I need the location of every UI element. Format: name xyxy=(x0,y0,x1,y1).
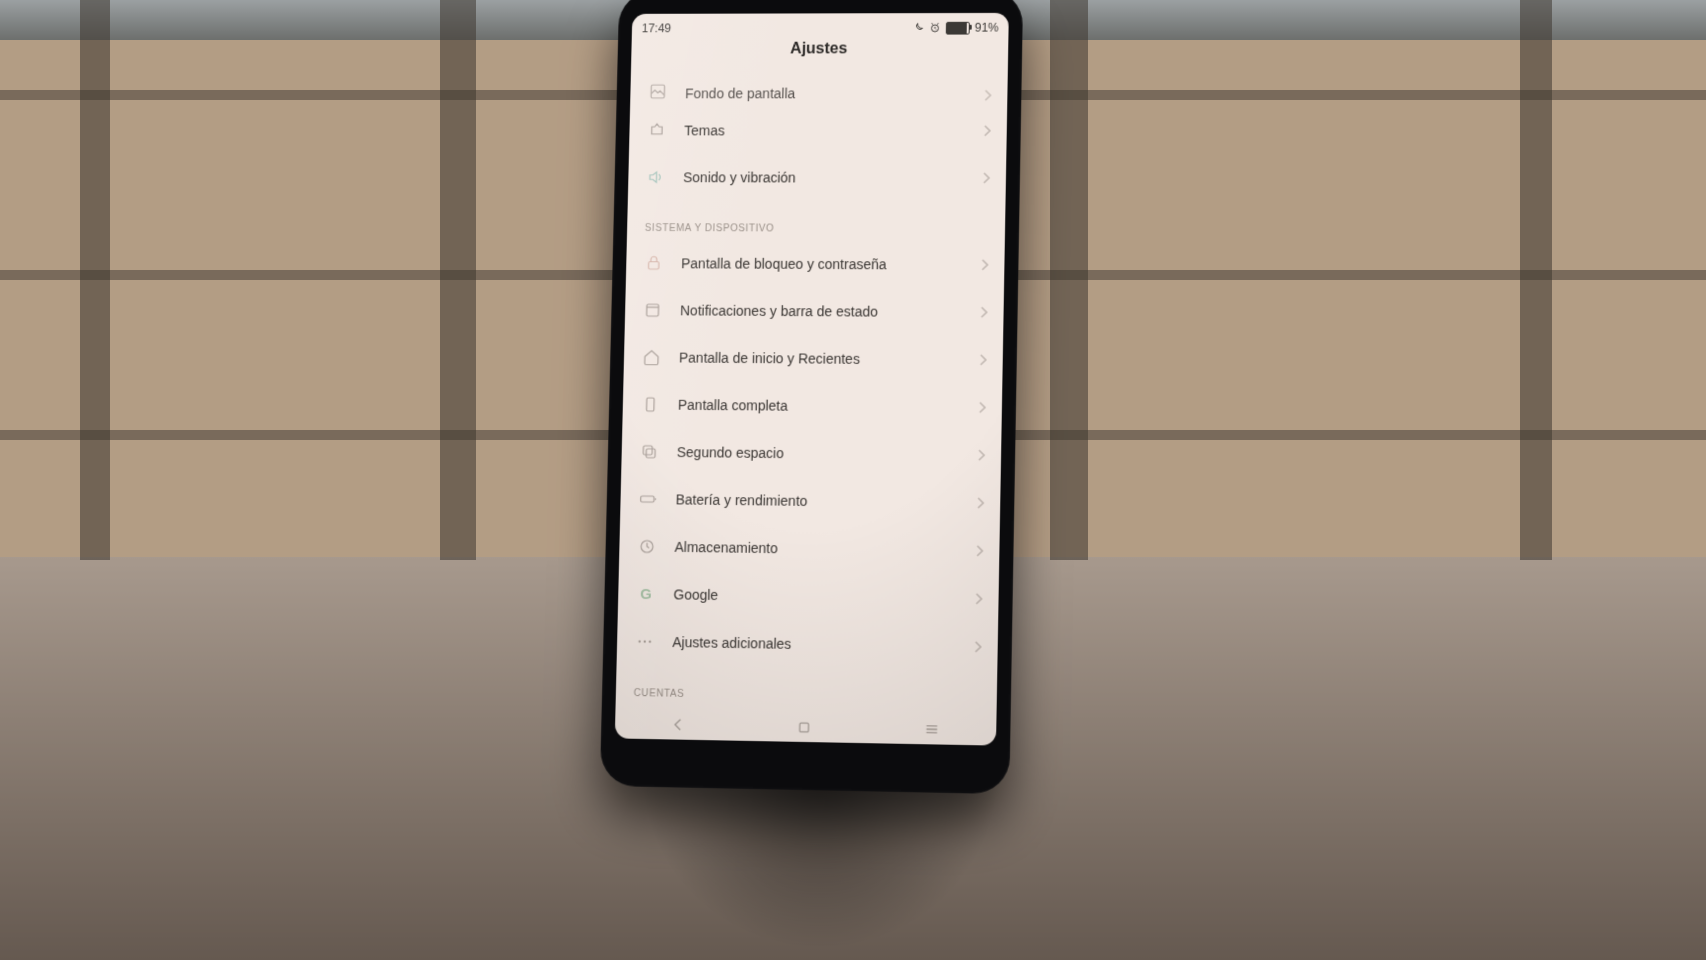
sound-icon xyxy=(646,167,666,187)
google-icon: G xyxy=(636,584,656,604)
nav-back-button[interactable] xyxy=(670,717,686,733)
settings-row-label: Fondo de pantalla xyxy=(685,86,966,102)
chevron-right-icon xyxy=(983,125,991,137)
battery-icon xyxy=(638,489,658,509)
notification-icon xyxy=(643,300,663,320)
chevron-right-icon xyxy=(974,593,982,605)
photo-background: 17:49 91% Ajustes xyxy=(0,0,1706,960)
more-icon xyxy=(635,631,655,651)
battery-icon xyxy=(946,21,970,34)
chevron-right-icon xyxy=(983,89,991,101)
settings-row-label: Almacenamiento xyxy=(674,539,957,559)
dnd-icon xyxy=(912,22,924,34)
settings-row-label: Batería y rendimiento xyxy=(676,492,959,511)
chevron-right-icon xyxy=(982,172,990,184)
chevron-right-icon xyxy=(977,449,985,461)
settings-row-second-space[interactable]: Segundo espacio xyxy=(621,428,1001,479)
page-title: Ajustes xyxy=(631,40,1008,74)
settings-row-label: Sonido y vibración xyxy=(683,169,964,185)
nav-home-button[interactable] xyxy=(797,719,812,734)
settings-row-label: Google xyxy=(673,586,956,606)
settings-list[interactable]: Fondo de pantalla Temas xyxy=(615,72,1007,716)
settings-row-fullscreen[interactable]: Pantalla completa xyxy=(622,381,1002,432)
settings-row-label: Segundo espacio xyxy=(677,444,959,463)
dual-apps-icon xyxy=(639,442,659,462)
status-time: 17:49 xyxy=(642,22,672,36)
settings-row-wallpaper[interactable]: Fondo de pantalla xyxy=(630,72,1008,107)
settings-row-label: Pantalla completa xyxy=(678,397,960,415)
chevron-right-icon xyxy=(976,497,984,509)
settings-row-homescreen[interactable]: Pantalla de inicio y Recientes xyxy=(623,334,1003,384)
chevron-right-icon xyxy=(980,259,988,271)
settings-row-battery[interactable]: Batería y rendimiento xyxy=(620,475,1001,527)
themes-icon xyxy=(647,121,667,140)
chevron-right-icon xyxy=(979,354,987,366)
battery-percent: 91% xyxy=(975,21,999,35)
page-title-text: Ajustes xyxy=(790,41,847,59)
settings-row-themes[interactable]: Temas xyxy=(629,107,1007,154)
phone-screen: 17:49 91% Ajustes xyxy=(615,13,1009,746)
settings-row-additional[interactable]: Ajustes adicionales xyxy=(617,617,999,671)
settings-row-label: Notificaciones y barra de estado xyxy=(680,303,962,321)
lock-icon xyxy=(644,253,664,273)
section-header-label: SISTEMA Y DISPOSITIVO xyxy=(645,223,775,234)
settings-row-label: Pantalla de inicio y Recientes xyxy=(679,350,961,368)
chevron-right-icon xyxy=(973,641,981,653)
settings-row-label: Pantalla de bloqueo y contraseña xyxy=(681,256,963,273)
fullscreen-icon xyxy=(640,395,660,415)
nav-recents-button[interactable] xyxy=(924,721,940,737)
settings-row-storage[interactable]: Almacenamiento xyxy=(619,522,1000,575)
chevron-right-icon xyxy=(979,306,987,318)
phone-frame: 17:49 91% Ajustes xyxy=(600,0,1023,794)
settings-row-notifications[interactable]: Notificaciones y barra de estado xyxy=(625,287,1004,337)
wallpaper-icon xyxy=(648,82,668,101)
home-icon xyxy=(641,347,661,367)
storage-icon xyxy=(637,536,657,556)
status-bar: 17:49 91% xyxy=(632,13,1009,41)
settings-row-label: Temas xyxy=(684,123,965,139)
section-header-system: SISTEMA Y DISPOSITIVO xyxy=(627,201,1006,242)
settings-row-google[interactable]: G Google xyxy=(618,570,999,623)
alarm-icon xyxy=(929,22,941,34)
chevron-right-icon xyxy=(975,545,983,557)
section-header-accounts: CUENTAS xyxy=(616,665,998,712)
section-header-label: CUENTAS xyxy=(633,688,684,700)
settings-row-label: Ajustes adicionales xyxy=(672,634,955,654)
chevron-right-icon xyxy=(978,401,986,413)
settings-row-sound[interactable]: Sonido y vibración xyxy=(628,154,1007,202)
settings-row-lockscreen[interactable]: Pantalla de bloqueo y contraseña xyxy=(626,240,1005,289)
android-nav-bar xyxy=(615,709,997,746)
